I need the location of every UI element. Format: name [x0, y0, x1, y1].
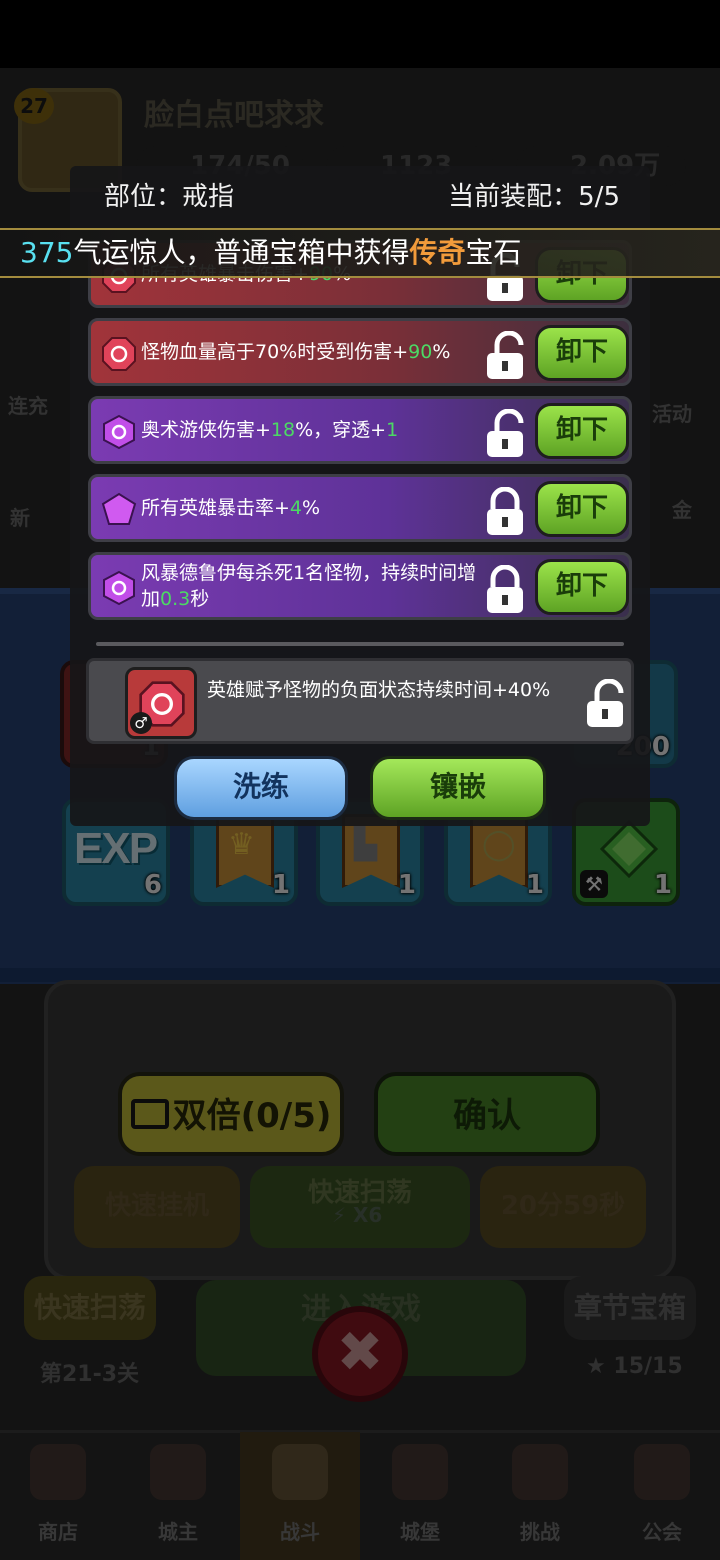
gem-effect-text: 怪物血量高于70%时受到伤害+ 90% — [141, 341, 451, 363]
chapter-progress: ★ 15/15 — [586, 1354, 683, 1379]
boot-icon: ▙ — [354, 827, 378, 862]
lock-icon[interactable] — [483, 487, 527, 537]
divider — [96, 642, 624, 646]
gem-row: 奥术游侠伤害+ 18 %，穿透+ 1 卸下 — [88, 396, 632, 464]
side-quick-sweep-button[interactable]: 快速扫荡 — [24, 1276, 156, 1340]
sweep-cost: ⚡ X6 — [332, 1203, 383, 1227]
swords-icon — [272, 1444, 328, 1500]
nav-castle[interactable]: 城堡 — [370, 1444, 470, 1544]
exp-icon: EXP — [74, 824, 158, 873]
close-button[interactable]: ✖ — [312, 1306, 408, 1402]
unlock-icon[interactable] — [483, 409, 527, 459]
guild-icon — [634, 1444, 690, 1500]
challenge-icon — [512, 1444, 568, 1500]
purple-gem-icon — [103, 414, 135, 450]
double-reward-button[interactable]: 双倍(0/5) — [118, 1072, 344, 1156]
new-gem-slot[interactable]: ♂ — [125, 667, 197, 739]
unlock-icon[interactable] — [483, 331, 527, 381]
idle-timer: 20分59秒 — [480, 1166, 646, 1248]
unmount-button[interactable]: 卸下 — [535, 559, 629, 615]
event-label-gold[interactable]: 金 — [672, 494, 692, 523]
unmount-button[interactable]: 卸下 — [535, 325, 629, 381]
chapter-chest-button[interactable]: 章节宝箱 — [564, 1276, 696, 1340]
gem-row: 所有英雄暴击率+ 4% 卸下 — [88, 474, 632, 542]
confirm-button[interactable]: 确认 — [374, 1072, 600, 1156]
purple-gem-icon — [101, 492, 137, 525]
equipped-count: 当前装配：5/5 — [448, 182, 620, 212]
purple-gem-icon — [103, 570, 135, 606]
inlay-button[interactable]: 镶嵌 — [370, 756, 546, 820]
hammer-icon: ⚒ — [580, 870, 608, 898]
red-gem-icon — [102, 337, 136, 371]
nav-lord[interactable]: 城主 — [128, 1444, 228, 1544]
lord-icon — [150, 1444, 206, 1500]
lock-icon[interactable] — [483, 565, 527, 615]
gem-effect-text: 奥术游侠伤害+ 18 %，穿透+ 1 — [141, 419, 399, 441]
status-bar — [0, 0, 720, 68]
necklace-icon: ◯ — [482, 827, 516, 862]
nav-shop[interactable]: 商店 — [8, 1444, 108, 1544]
event-label-recharge[interactable]: 连充 — [8, 390, 48, 419]
player-level-badge: 27 — [14, 88, 54, 124]
player-name: 脸白点吧求求 — [144, 98, 324, 133]
nav-challenge[interactable]: 挑战 — [490, 1444, 590, 1544]
green-gem-icon — [600, 820, 658, 878]
nav-guild[interactable]: 公会 — [612, 1444, 712, 1544]
male-symbol-icon: ♂ — [130, 712, 152, 734]
shop-icon — [30, 1444, 86, 1500]
announcement-text: 375气运惊人，普通宝箱中获得传奇宝石 — [20, 236, 522, 269]
unlock-icon[interactable] — [583, 679, 627, 729]
gem-row: 风暴德鲁伊每杀死1名怪物，持续时间增加0.3秒 卸下 — [88, 552, 632, 620]
equipment-slot-label: 部位：戒指 — [104, 182, 235, 212]
stage-label: 第21-3关 — [40, 1362, 140, 1387]
castle-icon — [392, 1444, 448, 1500]
gem-effect-text: 所有英雄暴击率+ 4% — [141, 497, 321, 519]
event-label-new[interactable]: 新 — [10, 502, 30, 531]
unmount-button[interactable]: 卸下 — [535, 481, 629, 537]
quick-sweep-button[interactable]: 快速扫荡 ⚡ X6 — [250, 1166, 470, 1248]
nav-battle[interactable]: 战斗 — [250, 1444, 350, 1544]
refine-button[interactable]: 洗练 — [174, 756, 348, 820]
new-gem-row: ♂ 英雄赋予怪物的负面状态持续时间+40% — [86, 658, 634, 744]
new-gem-effect-text: 英雄赋予怪物的负面状态持续时间+40% — [207, 679, 551, 701]
quick-idle-button[interactable]: 快速挂机 — [74, 1166, 240, 1248]
unmount-button[interactable]: 卸下 — [535, 403, 629, 459]
gem-effect-text: 风暴德鲁伊每杀死1名怪物，持续时间增加0.3秒 — [141, 562, 477, 610]
crown-icon: ♛ — [228, 827, 255, 862]
tv-icon — [130, 1098, 169, 1129]
gem-row: 怪物血量高于70%时受到伤害+ 90% 卸下 — [88, 318, 632, 386]
event-label-activity[interactable]: 活动 — [652, 398, 692, 427]
